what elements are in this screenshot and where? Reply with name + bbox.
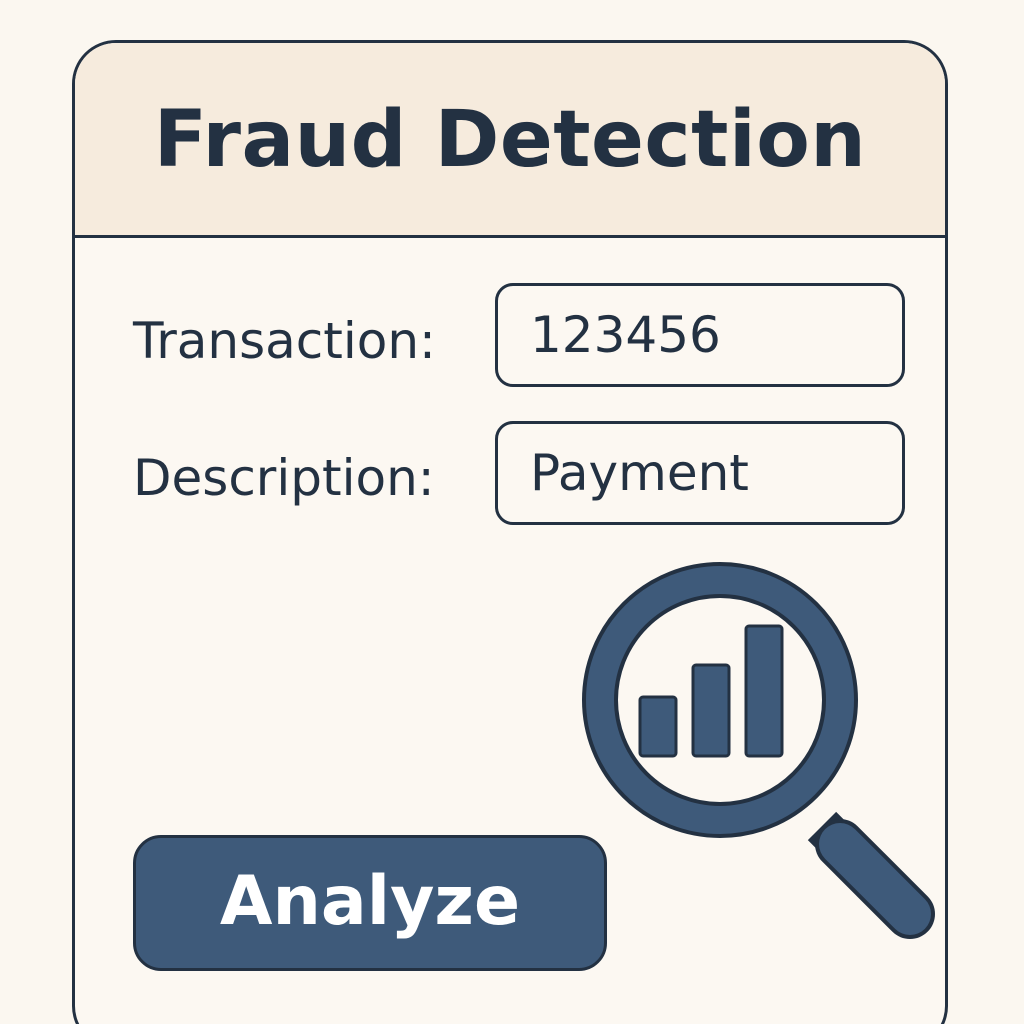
magnifier-handle [807,811,935,939]
analyze-button[interactable]: Analyze [133,835,607,971]
transaction-label: Transaction: [133,312,436,370]
bar-glyph-3 [744,624,784,758]
description-field[interactable]: Payment [495,421,905,525]
page-title: Fraud Detection [153,95,867,185]
bar-glyph-2 [691,663,731,758]
page: Fraud Detection Transaction: 123456 Desc… [0,0,1024,1024]
description-label: Description: [133,449,435,507]
panel-header: Fraud Detection [75,43,945,238]
transaction-field[interactable]: 123456 [495,283,905,387]
magnifier-bar-chart-icon [582,562,935,939]
bar-glyph-1 [638,695,678,758]
